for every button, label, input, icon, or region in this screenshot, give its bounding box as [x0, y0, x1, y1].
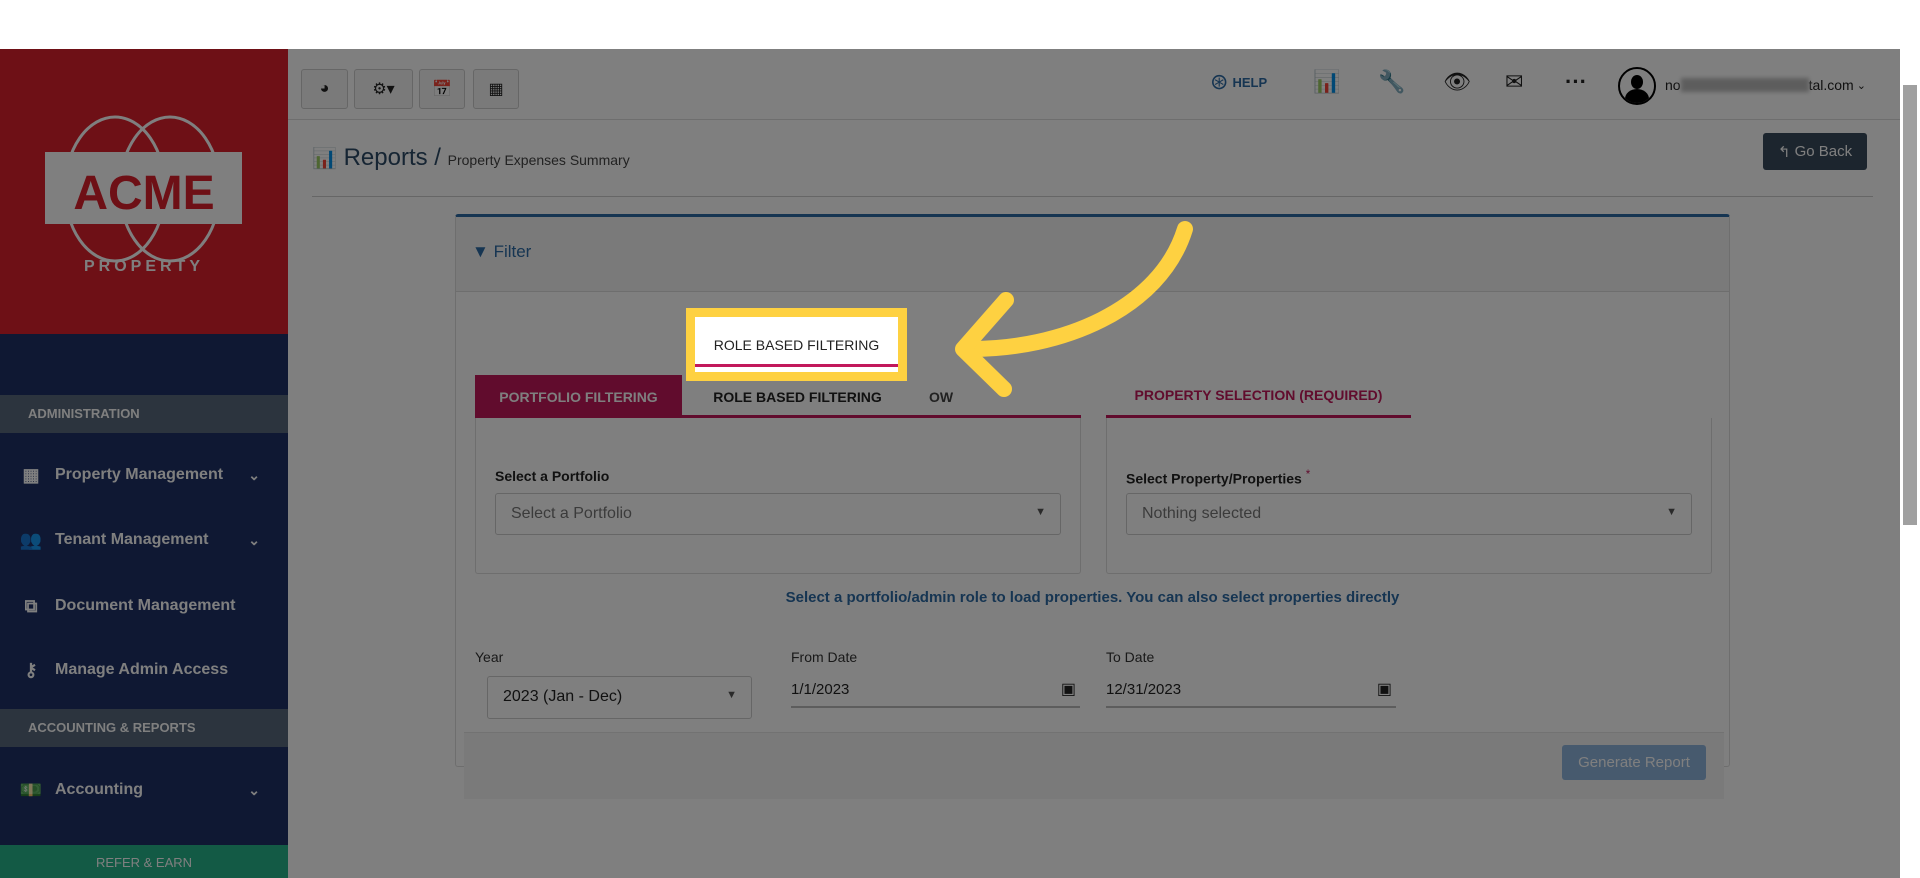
pointer-arrow-icon: [955, 221, 1193, 397]
